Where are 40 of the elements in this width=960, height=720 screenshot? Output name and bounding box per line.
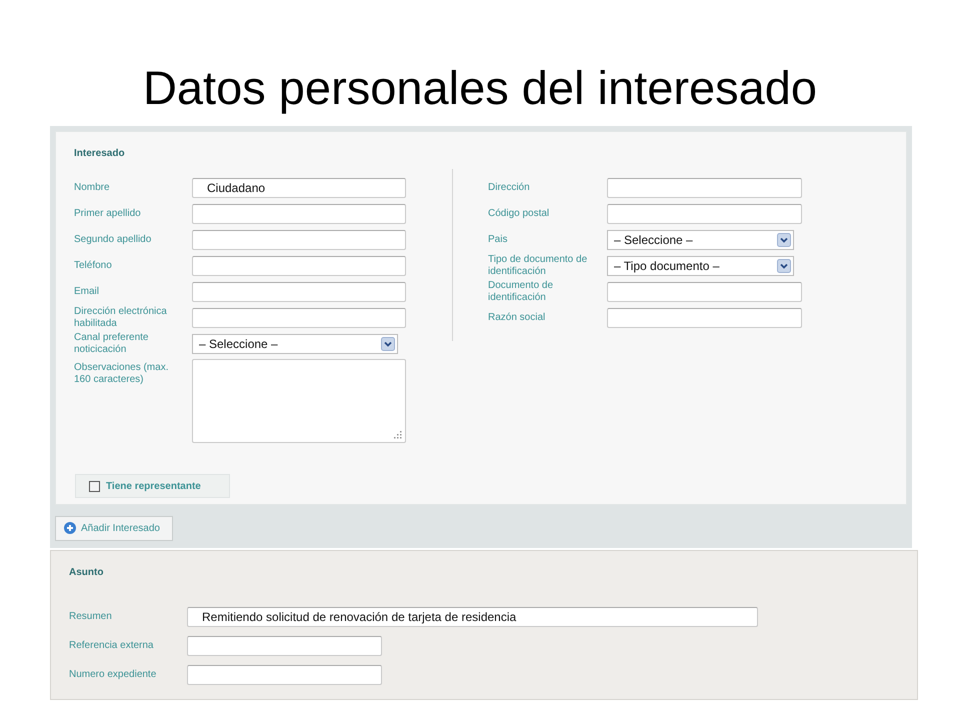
text-field[interactable]	[607, 282, 802, 302]
field-label: Email	[74, 286, 100, 298]
text-field[interactable]	[607, 204, 802, 224]
field-label: Canal preferente noticicación	[74, 332, 150, 356]
text-field[interactable]	[192, 308, 406, 328]
text-field[interactable]: Ciudadano	[192, 178, 406, 198]
select-field[interactable]: – Seleccione –	[192, 334, 398, 354]
text-field[interactable]	[192, 230, 406, 250]
field-label: Observaciones (max. 160 caracteres)	[74, 362, 170, 386]
text-field[interactable]	[187, 636, 382, 656]
text-field[interactable]	[192, 256, 406, 276]
text-field[interactable]	[192, 204, 406, 224]
text-field[interactable]	[607, 308, 802, 328]
checkbox[interactable]	[89, 480, 100, 492]
resize-grip-icon[interactable]	[394, 431, 402, 439]
field-label: Segundo apellido	[74, 234, 152, 246]
field-label: Numero expediente	[69, 668, 158, 680]
text-field[interactable]: Remitiendo solicitud de renovación de tarjeta de residencia	[187, 606, 758, 626]
field-label: Tipo de documento de identificación	[488, 254, 588, 278]
select-field[interactable]: – Tipo documento –	[607, 256, 794, 276]
field-label: Razón social	[488, 312, 546, 324]
field-label: Documento de identificación	[488, 280, 554, 304]
field-label: Pais	[488, 234, 508, 246]
field-label: Dirección electrónica habilitada	[74, 306, 168, 330]
plus-icon	[64, 522, 76, 534]
field-label: Teléfono	[74, 260, 113, 272]
field-label: Resumen	[69, 610, 113, 622]
text-field[interactable]	[187, 664, 382, 684]
field-label: Referencia externa	[69, 640, 154, 652]
textarea-field[interactable]	[192, 359, 406, 443]
text-field[interactable]	[192, 282, 406, 302]
field-label: Dirección	[488, 182, 531, 194]
field-label: Nombre	[74, 182, 111, 194]
select-field[interactable]: – Seleccione –	[607, 230, 794, 250]
field-label: Código postal	[488, 208, 550, 220]
section-title: Asunto	[69, 567, 104, 578]
section-title: Interesado	[74, 148, 126, 159]
text-field[interactable]	[607, 178, 802, 198]
slide-title: Datos personales del interesado	[142, 60, 818, 116]
field-label: Primer apellido	[74, 208, 142, 220]
